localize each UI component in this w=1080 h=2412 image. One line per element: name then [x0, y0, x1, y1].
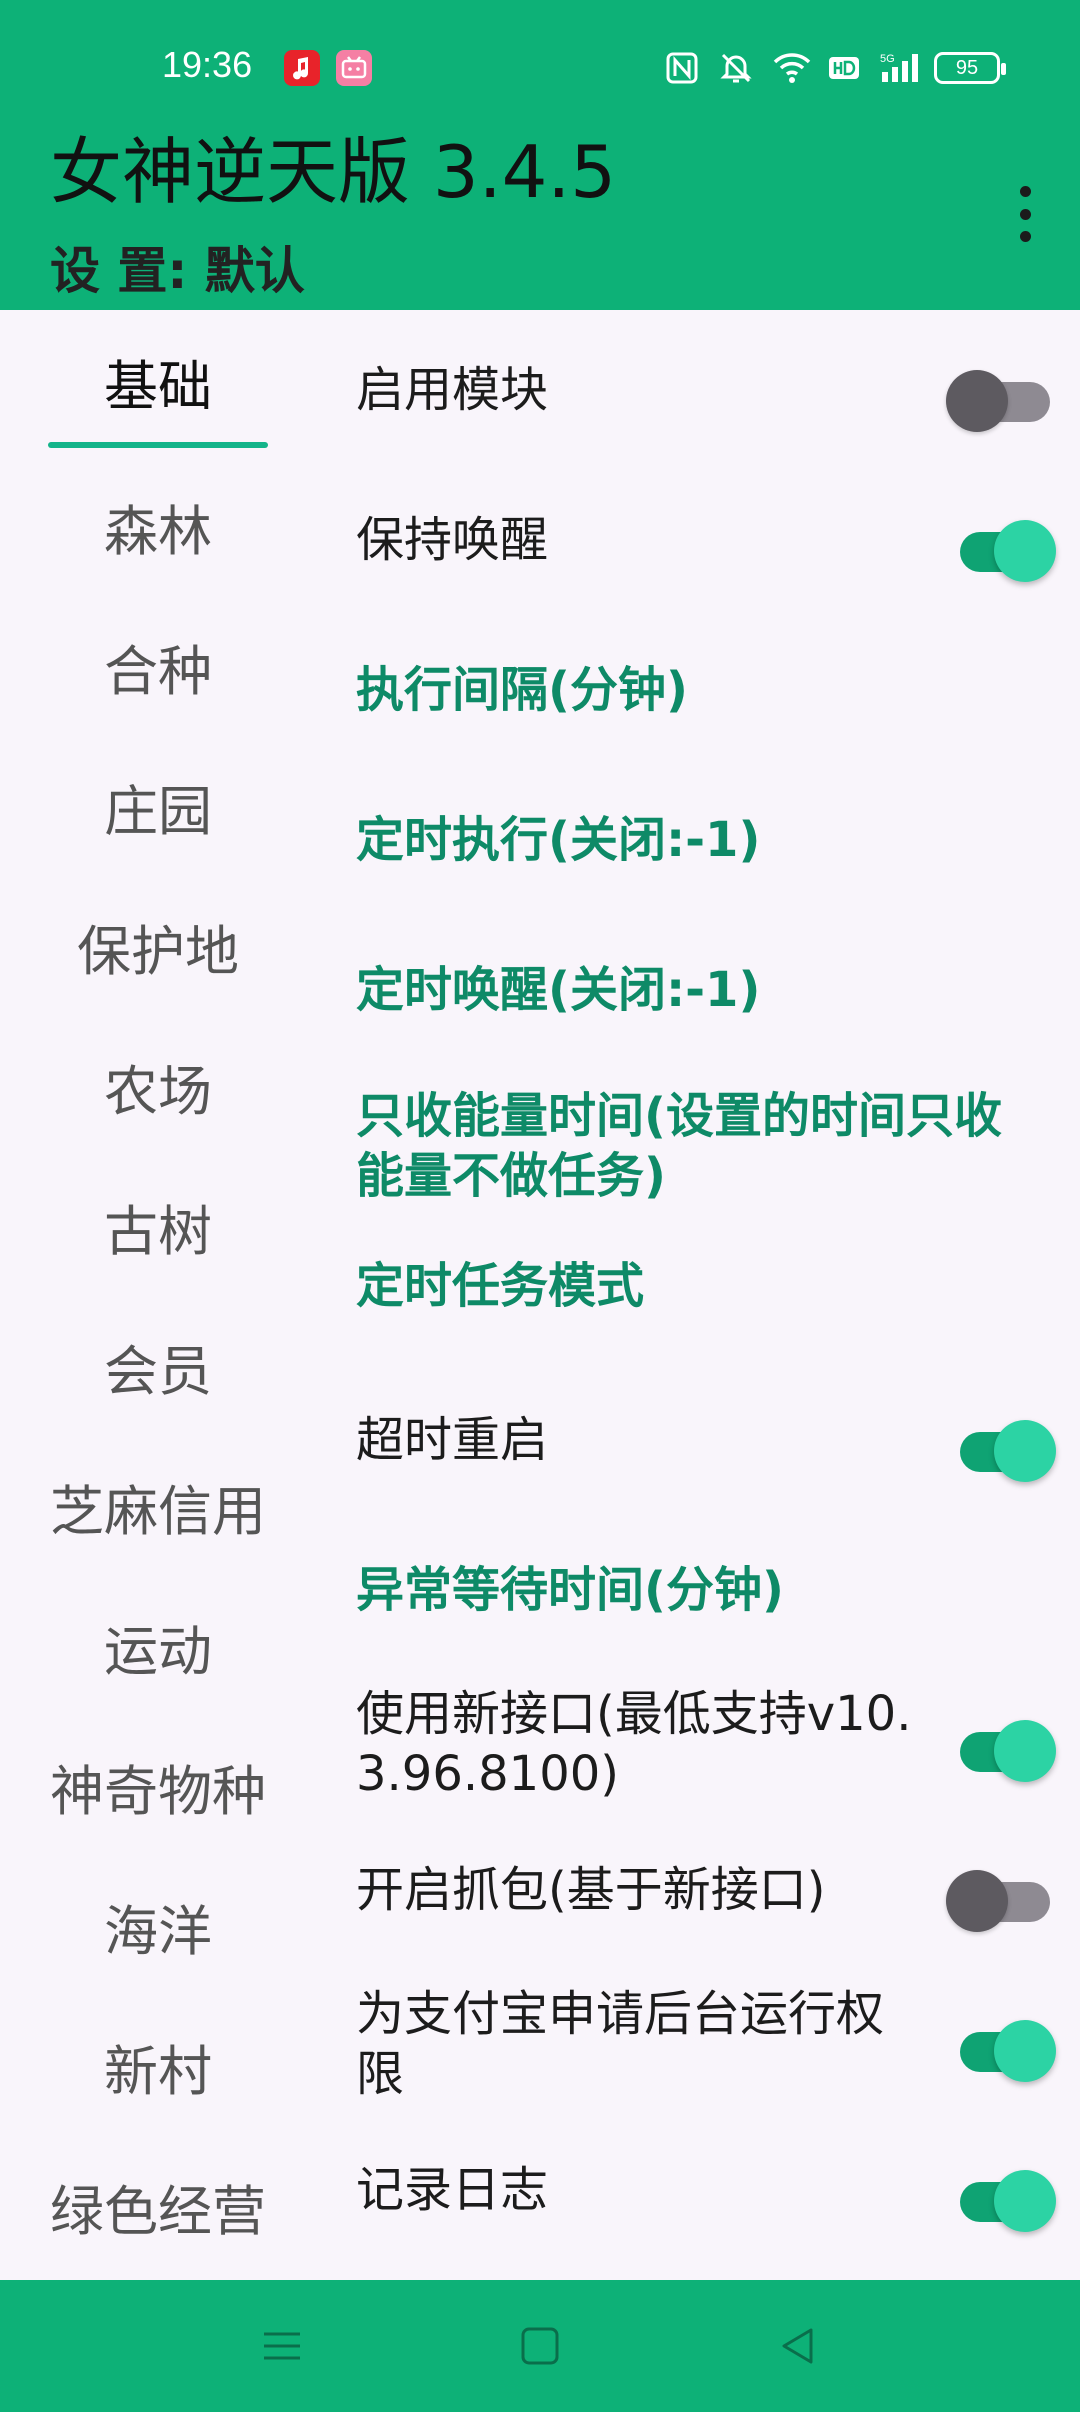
setting-label: 执行间隔(分钟): [356, 662, 688, 718]
sidebar-item-sesame-credit[interactable]: 芝麻信用: [0, 1485, 316, 1539]
new-api-switch[interactable]: [946, 1714, 1056, 1782]
setting-label: 使用新接口(最低支持v10.3.96.8100): [356, 1686, 912, 1802]
svg-text:5G: 5G: [880, 53, 895, 65]
sidebar-item-cooperate[interactable]: 合种: [0, 645, 316, 699]
setting-label: 保持唤醒: [356, 512, 549, 568]
setting-packet-capture[interactable]: 开启抓包(基于新接口): [356, 1854, 1050, 1934]
packet-capture-switch[interactable]: [946, 1864, 1056, 1932]
setting-label: 定时执行(关闭:-1): [356, 812, 761, 868]
setting-background-permission[interactable]: 为支付宝申请后台运行权限: [356, 1978, 1056, 2118]
sidebar-item-ancient-tree[interactable]: 古树: [0, 1205, 316, 1259]
setting-task-mode[interactable]: 定时任务模式: [356, 1250, 1046, 1330]
sidebar-item-reserve[interactable]: 保护地: [0, 925, 316, 979]
setting-timeout-restart[interactable]: 超时重启: [356, 1404, 1056, 1484]
setting-label: 异常等待时间(分钟): [356, 1562, 784, 1618]
sidebar-item-sport[interactable]: 运动: [0, 1625, 316, 1679]
setting-keep-awake[interactable]: 保持唤醒: [356, 504, 1056, 584]
setting-interval[interactable]: 执行间隔(分钟): [356, 654, 1046, 734]
status-icons: 5G 95: [664, 46, 1006, 90]
setting-label: 开启抓包(基于新接口): [356, 1862, 826, 1918]
timeout-restart-switch[interactable]: [946, 1414, 1056, 1482]
sidebar-item-green-business[interactable]: 绿色经营: [0, 2185, 316, 2239]
sidebar: 基础 森林 合种 庄园 保护地 农场 古树 会员 芝麻信用 运动 神奇物种 海洋…: [0, 310, 330, 2280]
setting-energy-only-time[interactable]: 只收能量时间(设置的时间只收能量不做任务): [356, 1080, 1046, 1220]
status-bar: 19:36 5G 95: [0, 0, 1080, 130]
setting-error-wait[interactable]: 异常等待时间(分钟): [356, 1554, 1046, 1634]
5g-signal-icon: 5G: [880, 50, 918, 86]
setting-label: 记录日志: [356, 2162, 549, 2218]
setting-enable-module[interactable]: 启用模块: [356, 354, 1050, 434]
setting-label: 超时重启: [356, 1412, 549, 1468]
app-title: 女神逆天版 3.4.5: [50, 130, 617, 214]
setting-record-log[interactable]: 记录日志: [356, 2154, 1056, 2234]
nfc-icon: [664, 50, 700, 86]
setting-scheduled-wake[interactable]: 定时唤醒(关闭:-1): [356, 954, 1046, 1034]
setting-label: 启用模块: [356, 362, 549, 418]
sidebar-item-manor[interactable]: 庄园: [0, 785, 316, 839]
battery-icon: 95: [934, 52, 1006, 84]
setting-label: 定时唤醒(关闭:-1): [356, 962, 761, 1018]
settings-list: 启用模块 保持唤醒 执行间隔(分钟) 定时执行(关闭:-1) 定时唤醒(关闭:-…: [356, 310, 1080, 2280]
home-icon[interactable]: [510, 2316, 570, 2376]
setting-scheduled-exec[interactable]: 定时执行(关闭:-1): [356, 804, 1046, 884]
setting-label: 定时任务模式: [356, 1258, 645, 1314]
more-vert-icon[interactable]: [1010, 186, 1040, 242]
keep-awake-switch[interactable]: [946, 514, 1056, 582]
sidebar-item-ocean[interactable]: 海洋: [0, 1905, 316, 1959]
mute-icon: [718, 50, 754, 86]
sidebar-item-forest[interactable]: 森林: [0, 505, 316, 559]
sidebar-item-basic[interactable]: 基础: [0, 360, 316, 414]
app-subtitle: 设 置: 默认: [50, 242, 305, 300]
hd-icon: [826, 50, 862, 86]
sidebar-item-member[interactable]: 会员: [0, 1345, 316, 1399]
sidebar-active-indicator: [48, 442, 268, 448]
background-permission-switch[interactable]: [946, 2014, 1056, 2082]
navigation-bar: [0, 2280, 1080, 2412]
setting-label: 只收能量时间(设置的时间只收能量不做任务): [356, 1088, 1002, 1204]
record-log-switch[interactable]: [946, 2164, 1056, 2232]
app-header: 19:36 5G 95 女神逆天版 3.4.5 设 置: 默认: [0, 0, 1080, 310]
sidebar-item-farm[interactable]: 农场: [0, 1065, 316, 1119]
bilibili-app-icon: [336, 50, 372, 86]
recent-apps-icon[interactable]: [252, 2316, 312, 2376]
sidebar-item-new-village[interactable]: 新村: [0, 2045, 316, 2099]
setting-new-api[interactable]: 使用新接口(最低支持v10.3.96.8100): [356, 1678, 1056, 1818]
wifi-icon: [772, 50, 811, 86]
music-app-icon: [284, 50, 320, 86]
enable-module-switch[interactable]: [946, 364, 1056, 432]
sidebar-item-species[interactable]: 神奇物种: [0, 1765, 316, 1819]
back-icon[interactable]: [768, 2316, 828, 2376]
setting-label: 为支付宝申请后台运行权限: [356, 1986, 885, 2102]
status-time: 19:36: [162, 44, 253, 85]
